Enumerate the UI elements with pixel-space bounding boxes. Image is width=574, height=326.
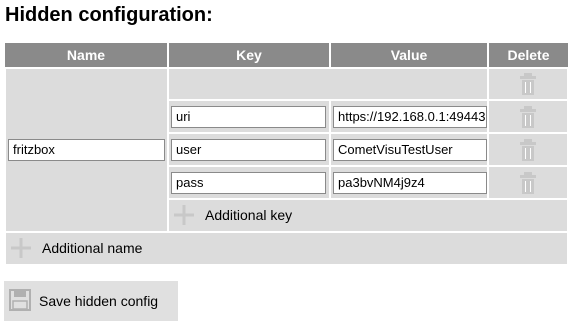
plus-icon — [10, 237, 32, 259]
table-row: Additional name — [4, 230, 569, 267]
value-field-uri[interactable]: https://192.168.0.1:49443 — [333, 105, 487, 128]
save-hidden-config-button[interactable]: Save hidden config — [4, 281, 178, 321]
additional-name-button[interactable]: Additional name — [10, 233, 567, 264]
value-cell: CometVisuTestUser — [329, 132, 489, 168]
page-title: Hidden configuration: — [5, 4, 213, 26]
delete-entry-cell — [487, 66, 569, 102]
trash-icon[interactable] — [520, 138, 536, 161]
entry-spacer — [167, 66, 489, 102]
column-header-value: Value — [330, 43, 489, 68]
trash-icon[interactable] — [520, 105, 536, 128]
key-field-pass[interactable]: pass — [171, 171, 326, 194]
value-cell: pa3bvNM4j9z4 — [329, 165, 489, 200]
name-cell: fritzbox — [4, 67, 169, 233]
key-field-uri[interactable]: uri — [171, 105, 326, 128]
additional-key-button[interactable]: Additional key — [173, 200, 567, 231]
delete-row-cell — [487, 165, 569, 200]
name-field[interactable]: fritzbox — [8, 138, 165, 161]
value-field-pass[interactable]: pa3bvNM4j9z4 — [333, 171, 487, 194]
table-row: fritzbox — [4, 66, 569, 233]
value-field-user[interactable]: CometVisuTestUser — [333, 138, 487, 161]
column-header-key: Key — [168, 43, 331, 68]
plus-icon — [173, 204, 195, 226]
trash-icon[interactable] — [520, 73, 536, 96]
delete-row-cell — [487, 99, 569, 135]
additional-key-cell: Additional key — [167, 197, 569, 233]
hidden-config-table: Name Key Value Delete fritzbox uri https… — [4, 43, 569, 267]
floppy-disk-icon — [9, 288, 31, 314]
value-cell: https://192.168.0.1:49443 — [329, 99, 489, 135]
delete-row-cell — [487, 132, 569, 168]
column-header-name: Name — [5, 43, 169, 68]
key-field-user[interactable]: user — [171, 138, 326, 161]
key-cell: pass — [167, 165, 331, 200]
additional-name-label: Additional name — [42, 240, 143, 257]
trash-icon[interactable] — [520, 171, 536, 194]
table-header-row: Name Key Value Delete — [5, 43, 568, 68]
additional-name-cell: Additional name — [4, 230, 569, 267]
save-button-label: Save hidden config — [39, 293, 159, 309]
column-header-delete: Delete — [488, 43, 568, 68]
key-cell: uri — [167, 99, 331, 135]
additional-key-label: Additional key — [205, 207, 293, 224]
key-cell: user — [167, 132, 331, 168]
